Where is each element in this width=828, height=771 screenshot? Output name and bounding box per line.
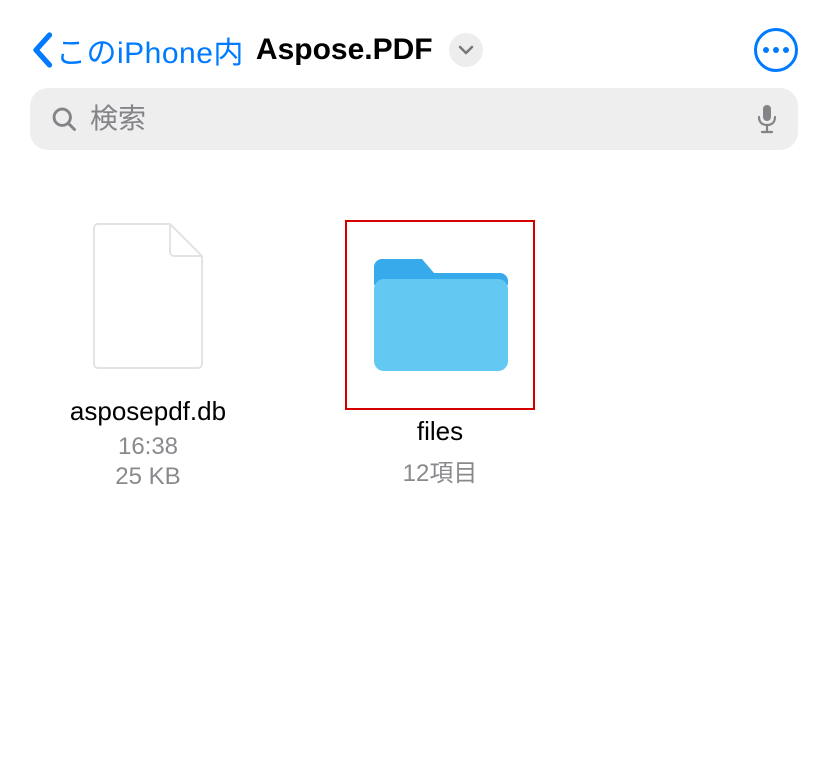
file-name: asposepdf.db: [70, 396, 226, 427]
folder-count: 12項目: [403, 453, 478, 488]
folder-icon: [366, 255, 514, 375]
page-title: Aspose.PDF: [256, 33, 433, 67]
back-label: このiPhone内: [56, 28, 244, 72]
chevron-down-icon: [458, 45, 474, 55]
chevron-left-icon: [30, 32, 54, 68]
search-input[interactable]: [90, 103, 744, 135]
file-time: 16:38: [118, 433, 178, 461]
more-options-button[interactable]: [754, 28, 798, 72]
microphone-icon[interactable]: [756, 104, 778, 134]
dot-icon: [763, 47, 769, 53]
file-icon: [90, 222, 206, 370]
file-item[interactable]: asposepdf.db 16:38 25 KB: [48, 220, 248, 491]
dot-icon: [783, 47, 789, 53]
folder-name: files: [417, 416, 463, 447]
folder-item[interactable]: files 12項目: [340, 220, 540, 491]
title-dropdown-button[interactable]: [449, 33, 483, 67]
dot-icon: [773, 47, 779, 53]
file-size: 25 KB: [115, 463, 180, 491]
search-bar[interactable]: [30, 88, 798, 150]
search-icon: [50, 105, 78, 133]
back-button[interactable]: このiPhone内: [30, 28, 244, 72]
